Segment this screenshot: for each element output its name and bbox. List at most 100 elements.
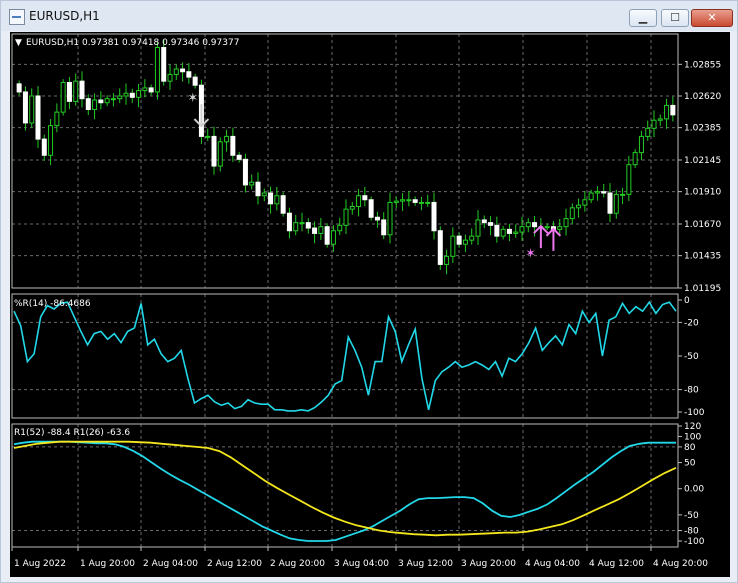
bull-candle bbox=[469, 235, 475, 241]
chart-menu-icon[interactable]: ▼ bbox=[15, 38, 22, 48]
rsi-scale-label: -100 bbox=[684, 537, 705, 547]
bull-candle bbox=[54, 111, 60, 127]
bear-candle bbox=[437, 230, 443, 265]
bull-candle bbox=[224, 135, 230, 143]
bear-candle bbox=[85, 98, 91, 110]
bear-candle bbox=[66, 82, 72, 102]
main-panel-header: EURUSD,H1 0.97381 0.97418 0.97346 0.9737… bbox=[26, 38, 239, 48]
bull-candle bbox=[92, 99, 98, 110]
bull-candle bbox=[588, 192, 594, 201]
bull-candle bbox=[318, 226, 324, 234]
bull-candle bbox=[400, 199, 406, 202]
bull-candle bbox=[343, 208, 349, 226]
wpr-scale-label: -50 bbox=[684, 352, 699, 362]
bull-candle bbox=[142, 87, 148, 92]
bull-candle bbox=[123, 92, 129, 97]
bull-candle bbox=[261, 192, 267, 197]
wpr-indicator-line bbox=[13, 300, 677, 412]
bear-candle bbox=[22, 91, 28, 124]
price-label: 1.01910 bbox=[684, 188, 721, 198]
time-label: 4 Aug 12:00 bbox=[589, 559, 644, 569]
bear-candle bbox=[324, 226, 330, 245]
buy-arrow-marker bbox=[545, 227, 562, 251]
rsi-scale-label: 100 bbox=[684, 432, 701, 442]
chart-area[interactable]: ✶ ✶ 1.02855 1.02620 1.02385 1.02145 1.01910 1.… bbox=[10, 32, 730, 577]
wpr-panel-header: %R(14) -86.4686 bbox=[14, 299, 91, 309]
bull-candle bbox=[657, 118, 663, 121]
bear-candle bbox=[481, 219, 487, 224]
time-label: 4 Aug 20:00 bbox=[653, 559, 708, 569]
bull-candle bbox=[60, 82, 66, 113]
bull-candle bbox=[425, 201, 431, 204]
wpr-scale-label: -20 bbox=[684, 318, 699, 328]
time-label: 1 Aug 20:00 bbox=[80, 559, 135, 569]
wpr-scale-label: -100 bbox=[684, 408, 705, 418]
bull-candle bbox=[217, 141, 223, 167]
bear-candle bbox=[41, 138, 47, 156]
chart-svg[interactable]: ✶✶ 1.028551.026201.023851.021451.019101.… bbox=[10, 32, 730, 577]
bear-candle bbox=[374, 216, 380, 221]
rsi-scale-label: 50 bbox=[684, 459, 696, 469]
maximize-button[interactable]: ☐ bbox=[661, 9, 689, 27]
bull-candle bbox=[500, 228, 506, 237]
title-bar[interactable]: EURUSD,H1 ▁ ☐ ✕ bbox=[1, 1, 737, 31]
bear-candle bbox=[362, 195, 368, 201]
bear-candle bbox=[16, 83, 22, 93]
bear-candle bbox=[98, 99, 104, 104]
bear-candle bbox=[192, 76, 198, 86]
rsi-scale-label: 0.00 bbox=[684, 485, 704, 495]
bear-candle bbox=[35, 95, 41, 140]
bear-candle bbox=[431, 201, 437, 232]
bull-candle bbox=[645, 127, 651, 137]
bear-candle bbox=[494, 224, 500, 237]
bear-candle bbox=[286, 212, 292, 232]
bull-candle bbox=[293, 222, 299, 232]
rsi-line-1 bbox=[13, 440, 676, 542]
time-label: 3 Aug 04:00 bbox=[334, 559, 389, 569]
price-candles bbox=[16, 39, 676, 275]
time-label: 3 Aug 20:00 bbox=[461, 559, 516, 569]
bear-candle bbox=[412, 199, 418, 203]
bear-candle bbox=[305, 222, 311, 229]
rsi-scale-label: 80 bbox=[684, 443, 696, 453]
bull-candle bbox=[387, 201, 393, 236]
bear-candle bbox=[230, 135, 236, 156]
price-label: 1.01195 bbox=[684, 284, 721, 294]
grid bbox=[11, 34, 678, 547]
buy-star-marker: ✶ bbox=[525, 247, 536, 262]
bull-candle bbox=[651, 119, 657, 129]
close-button[interactable]: ✕ bbox=[691, 9, 733, 27]
rsi-scale-label: -80 bbox=[684, 527, 699, 537]
price-label: 1.01670 bbox=[684, 220, 721, 230]
price-label: 1.02620 bbox=[684, 92, 721, 102]
price-label: 1.02855 bbox=[684, 60, 721, 70]
bull-candle bbox=[444, 255, 450, 265]
price-label: 1.01435 bbox=[684, 252, 721, 262]
bear-candle bbox=[211, 135, 217, 167]
price-label: 1.02145 bbox=[684, 156, 721, 166]
panel-frame-1 bbox=[11, 33, 679, 289]
rsi-line-2 bbox=[13, 440, 677, 537]
time-label: 3 Aug 12:00 bbox=[398, 559, 453, 569]
wpr-scale-label: 0 bbox=[684, 296, 690, 306]
bull-candle bbox=[462, 239, 468, 245]
bull-candle bbox=[626, 164, 632, 195]
wpr-scale-label: -80 bbox=[684, 386, 699, 396]
bull-candle bbox=[594, 191, 600, 194]
bull-candle bbox=[249, 181, 255, 186]
bull-candle bbox=[563, 218, 569, 228]
sell-arrow-marker bbox=[193, 104, 210, 128]
bear-candle bbox=[601, 191, 607, 194]
time-axis: 1 Aug 2022 1 Aug 20:00 2 Aug 04:00 2 Aug 12… bbox=[11, 547, 708, 569]
bear-candle bbox=[255, 181, 261, 197]
bull-candle bbox=[519, 226, 525, 233]
bear-candle bbox=[506, 228, 512, 234]
bull-candle bbox=[349, 205, 355, 210]
minimize-button[interactable]: ▁ bbox=[629, 9, 657, 27]
panel-borders bbox=[11, 33, 679, 548]
bull-candle bbox=[393, 200, 399, 203]
time-label: 4 Aug 04:00 bbox=[525, 559, 580, 569]
bull-candle bbox=[475, 219, 481, 237]
bear-candle bbox=[670, 104, 676, 116]
bull-candle bbox=[513, 231, 519, 234]
